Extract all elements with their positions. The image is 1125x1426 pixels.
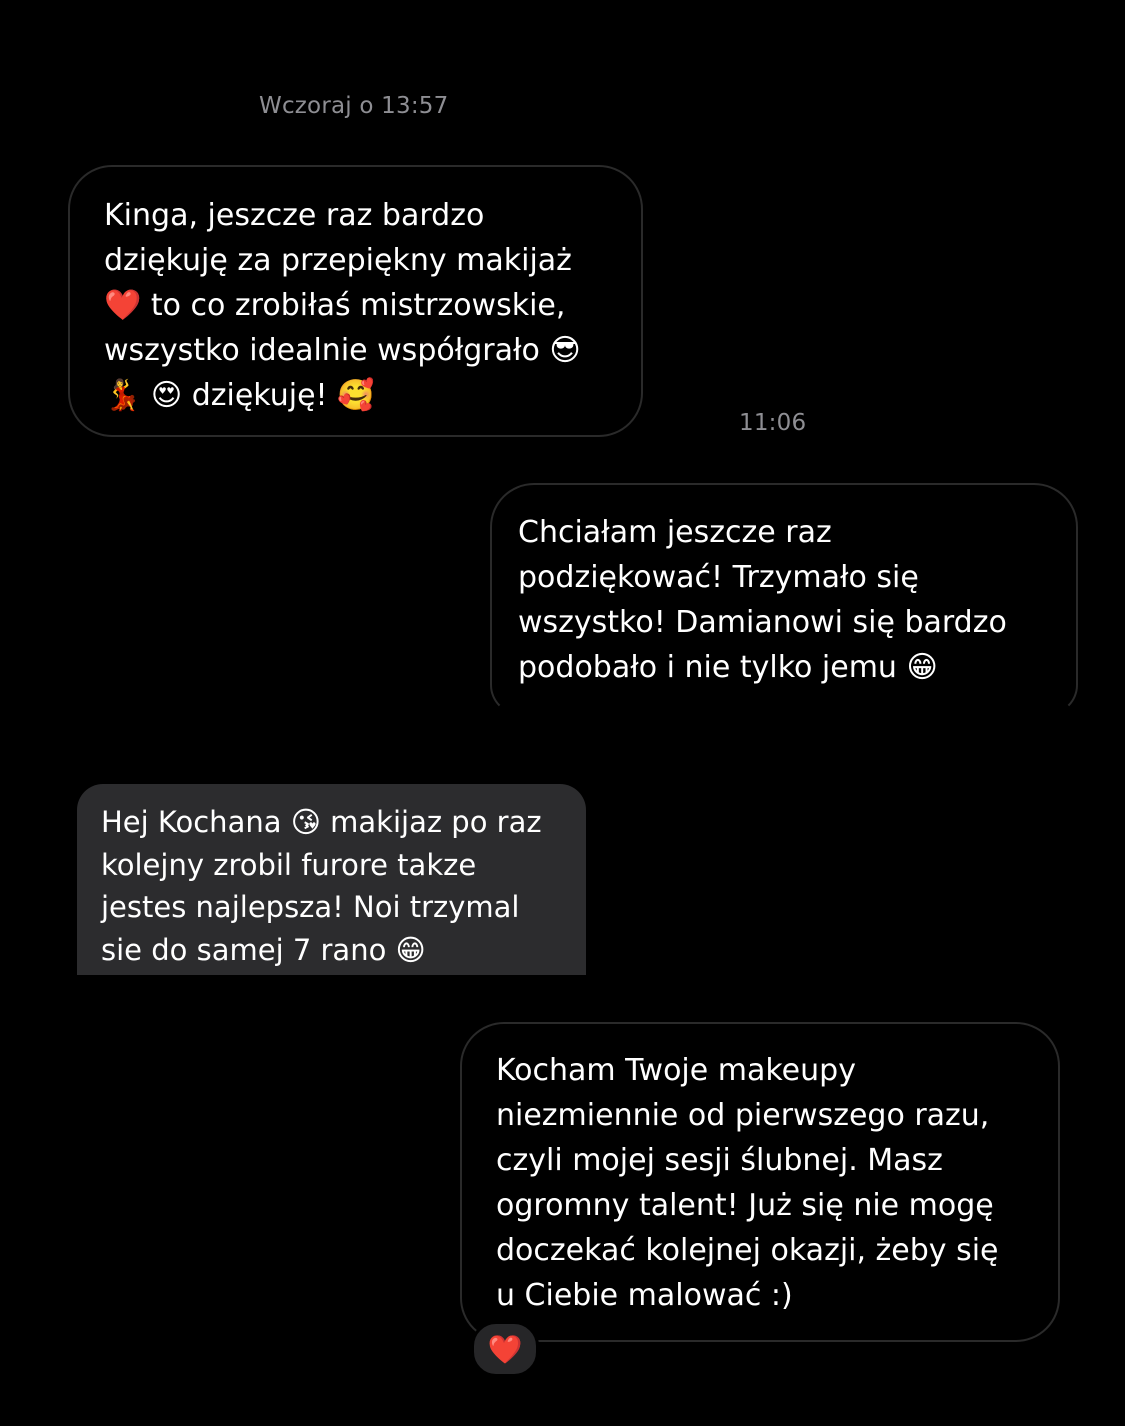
message-bubble-4[interactable]: Kocham Twoje makeupy niezmiennie od pier… — [460, 1022, 1060, 1342]
message-line: dziękuję za przepiękny makijaż — [104, 243, 572, 278]
timestamp-time: 11:06 — [739, 410, 807, 436]
message-line: ❤️ to co zrobiłaś mistrzowskie, — [104, 288, 566, 323]
message-line: kolejny zrobil furore takze — [101, 847, 477, 882]
message-line: u Ciebie malować :) — [496, 1278, 793, 1313]
message-line: jestes najlepsza! Noi trzymal — [101, 890, 520, 924]
message-line: sie do samej 7 rano 😁 — [101, 932, 426, 967]
message-bubble-1[interactable]: Kinga, jeszcze raz bardzo dziękuję za pr… — [68, 165, 643, 437]
message-bubble-3[interactable]: Hej Kochana 😘 makijaz po raz kolejny zro… — [77, 784, 586, 975]
message-line: wszystko idealnie współgrało 😎 — [104, 333, 581, 368]
message-line: Kocham Twoje makeupy — [496, 1053, 856, 1088]
message-line: czyli mojej sesji ślubnej. Masz — [496, 1143, 943, 1178]
heart-reaction-icon[interactable]: ❤️ — [471, 1321, 539, 1377]
message-line: podziękować! Trzymało się — [518, 560, 919, 595]
message-bubble-2[interactable]: Chciałam jeszcze raz podziękować! Trzyma… — [490, 483, 1078, 715]
message-line: Hej Kochana 😘 makijaz po raz — [101, 805, 542, 839]
message-line: wszystko! Damianowi się bardzo — [518, 605, 1007, 640]
message-line: Chciałam jeszcze raz — [518, 515, 832, 550]
timestamp-yesterday: Wczoraj o 13:57 — [259, 93, 449, 119]
message-line: 💃 😍 dziękuję! 🥰 — [104, 378, 375, 413]
message-line: doczekać kolejnej okazji, żeby się — [496, 1233, 999, 1268]
message-line: Kinga, jeszcze raz bardzo — [104, 198, 485, 233]
message-line: niezmiennie od pierwszego razu, — [496, 1098, 990, 1133]
message-line: ogromny talent! Już się nie mogę — [496, 1188, 994, 1223]
message-line: podobało i nie tylko jemu 😁 — [518, 650, 938, 685]
